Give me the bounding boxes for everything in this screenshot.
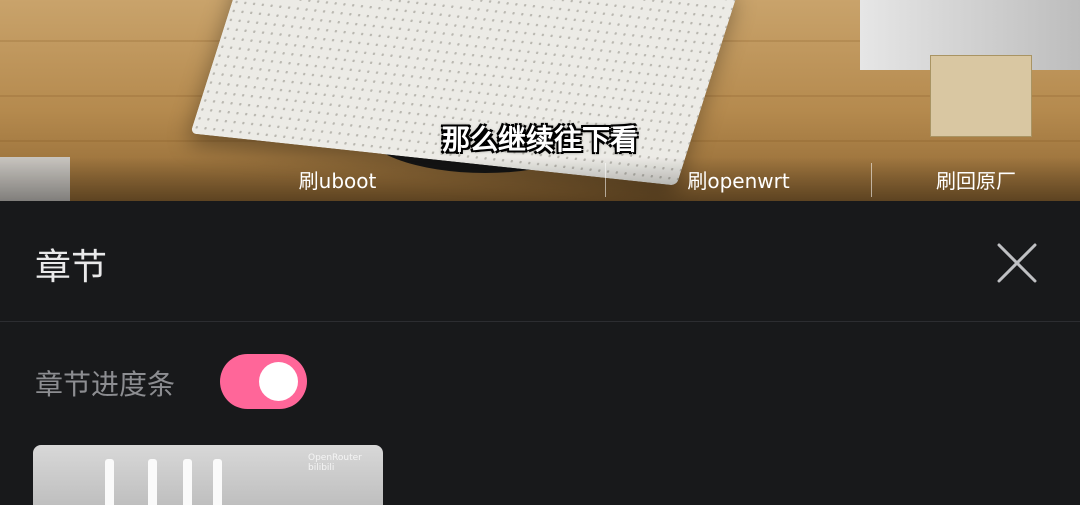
- chapter-strip: 刷uboot 刷openwrt 刷回原厂: [0, 157, 1080, 201]
- chapter-label: 刷openwrt: [687, 168, 790, 193]
- chapter-label: 刷回原厂: [936, 168, 1016, 193]
- chapter-item-openwrt[interactable]: 刷openwrt: [606, 157, 871, 201]
- chapter-thumbnail[interactable]: OpenRouter bilibili: [33, 445, 383, 505]
- toggle-knob: [259, 362, 298, 401]
- chapter-item-restore[interactable]: 刷回原厂: [872, 157, 1080, 201]
- close-icon[interactable]: [994, 240, 1040, 286]
- panel-title: 章节: [35, 247, 108, 288]
- chapter-progress-label: 章节进度条: [35, 368, 176, 401]
- thumbnail-watermark: OpenRouter bilibili: [308, 453, 362, 473]
- chapter-label: 刷uboot: [298, 168, 377, 193]
- chapter-progress-toggle[interactable]: [220, 354, 307, 409]
- chapter-item-uboot[interactable]: 刷uboot: [70, 157, 605, 201]
- panel-header: [0, 201, 1080, 322]
- video-subtitle: 那么继续往下看: [441, 123, 638, 156]
